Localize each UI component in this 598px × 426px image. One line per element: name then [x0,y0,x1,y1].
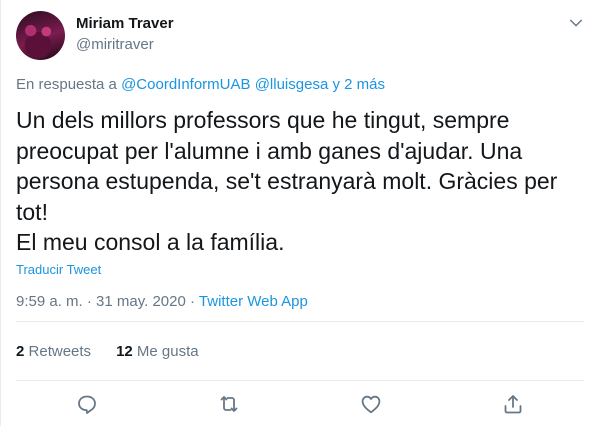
reply-prefix: En respuesta a [16,76,117,93]
mention-lluisgesa[interactable]: @lluisgesa [255,76,329,93]
divider-bottom [16,380,584,381]
likes-stat[interactable]: 12 Me gusta [116,343,199,360]
meta-separator-2: · [190,293,195,310]
tweet-text-paragraph-1: Un dels millors professors que he tingut… [16,107,558,225]
more-mentions-link[interactable]: y 2 más [332,76,385,93]
reply-context: En respuesta a @CoordInformUAB @lluisges… [16,76,385,93]
tweet-source-link[interactable]: Twitter Web App [199,293,308,310]
mention-coordinformuab[interactable]: @CoordInformUAB [121,76,250,93]
tweet-actions [1,388,598,418]
meta-separator: · [86,293,92,310]
retweets-stat[interactable]: 2 Retweets [16,343,91,360]
share-icon[interactable] [501,392,525,416]
chevron-down-icon[interactable] [567,14,585,32]
reply-icon[interactable] [75,392,99,416]
translate-tweet-link[interactable]: Traducir Tweet [16,262,101,277]
retweets-label: Retweets [28,343,92,360]
tweet-card: Miriam Traver @miritraver En respuesta a… [0,0,598,426]
likes-label: Me gusta [136,343,199,360]
user-handle[interactable]: @miritraver [76,36,154,53]
tweet-meta: 9:59 a. m. · 31 may. 2020 · Twitter Web … [16,293,308,310]
tweet-text: Un dels millors professors que he tingut… [16,105,576,258]
tweet-text-paragraph-2: El meu consol a la família. [16,229,285,255]
retweets-count: 2 [16,343,25,360]
tweet-time[interactable]: 9:59 a. m. [16,293,83,310]
user-name[interactable]: Miriam Traver [76,15,174,32]
tweet-stats: 2 Retweets 12 Me gusta [16,343,199,360]
tweet-date[interactable]: 31 may. 2020 [96,293,186,310]
avatar[interactable] [16,11,65,60]
likes-count: 12 [116,343,133,360]
retweet-icon[interactable] [217,392,241,416]
divider-top [16,321,584,322]
heart-icon[interactable] [359,392,383,416]
